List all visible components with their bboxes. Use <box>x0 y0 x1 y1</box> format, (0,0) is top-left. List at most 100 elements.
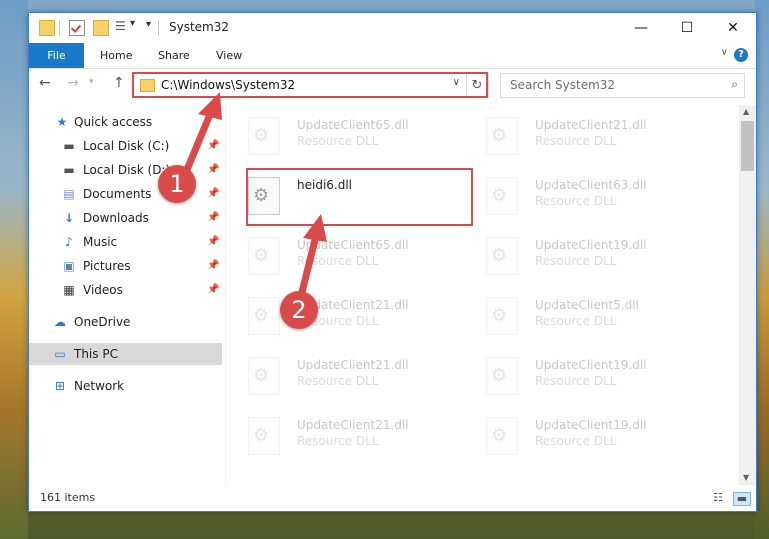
dll-file-icon: ⚙ <box>486 237 518 275</box>
music-icon: ♪ <box>65 235 73 249</box>
back-button[interactable]: ← <box>39 75 51 91</box>
computer-icon: ▭ <box>54 347 66 361</box>
divider <box>59 20 60 36</box>
file-item[interactable]: ⚙ UpdateClient21.dll Resource DLL <box>226 405 456 461</box>
dll-file-icon: ⚙ <box>248 237 280 275</box>
pictures-icon: ▣ <box>63 259 75 273</box>
sidebar-item-pictures[interactable]: ▣ Pictures 📌 <box>29 255 222 277</box>
file-item[interactable]: ⚙ UpdateClient65.dll Resource DLL <box>226 225 456 281</box>
file-type: Resource DLL <box>535 134 617 148</box>
minimize-button[interactable]: — <box>618 13 664 43</box>
search-placeholder: Search System32 <box>510 78 616 92</box>
file-name: UpdateClient65.dll <box>297 118 409 132</box>
file-type: Resource DLL <box>297 374 379 388</box>
up-button[interactable]: ↑ <box>113 75 125 91</box>
sidebar-item-label: OneDrive <box>74 315 131 329</box>
help-icon[interactable]: ? <box>734 48 748 62</box>
sidebar-item-label: This PC <box>74 347 118 361</box>
tab-view[interactable]: View <box>216 43 242 68</box>
sidebar-item-label: Local Disk (C:) <box>83 139 170 153</box>
file-type: Resource DLL <box>535 374 617 388</box>
file-item[interactable]: ⚙ UpdateClient19.dll Resource DLL <box>464 225 694 281</box>
tab-home[interactable]: Home <box>100 43 132 68</box>
tab-share[interactable]: Share <box>158 43 190 68</box>
sidebar-item-label: Videos <box>83 283 123 297</box>
sidebar-item-downloads[interactable]: ↓ Downloads 📌 <box>29 207 222 229</box>
close-button[interactable]: ✕ <box>710 13 756 43</box>
pin-icon[interactable]: 📌 <box>207 255 219 277</box>
sidebar-item-network[interactable]: ⊞ Network <box>29 375 222 397</box>
cloud-icon: ☁ <box>54 315 66 329</box>
drive-icon: ▬ <box>63 163 75 177</box>
large-icons-view-icon[interactable]: ▬ <box>733 492 751 506</box>
expand-ribbon-icon[interactable]: ∨ <box>721 47 728 58</box>
scroll-down-icon[interactable]: ▼ <box>743 473 749 482</box>
divider <box>158 20 159 36</box>
dll-file-icon: ⚙ <box>248 297 280 335</box>
file-item[interactable]: ⚙ UpdateClient21.dll Resource DLL <box>226 345 456 401</box>
network-icon: ⊞ <box>54 379 66 393</box>
title-bar: ☰ ▾ ▾ System32 — ☐ ✕ <box>29 13 756 43</box>
desktop-background-left <box>0 0 28 539</box>
drive-icon: ▬ <box>63 139 75 153</box>
file-type: Resource DLL <box>297 254 379 268</box>
scroll-thumb[interactable] <box>741 121 754 171</box>
sidebar-item-quick-access[interactable]: ★ Quick access <box>29 111 222 133</box>
search-icon[interactable]: ⌕ <box>731 77 738 92</box>
view-options-icon[interactable]: ☰ <box>115 19 129 33</box>
sidebar-item-local-disk-c[interactable]: ▬ Local Disk (C:) 📌 <box>29 135 222 157</box>
status-bar: 161 items ☷ ▬ <box>29 487 756 511</box>
sidebar-item-this-pc[interactable]: ▭ This PC <box>29 343 222 365</box>
file-type: Resource DLL <box>297 134 379 148</box>
address-highlight-box <box>132 72 488 98</box>
file-item[interactable]: ⚙ UpdateClient21.dll Resource DLL <box>464 105 694 161</box>
file-item[interactable]: ⚙ UpdateClient19.dll Resource DLL <box>464 405 694 461</box>
pin-icon[interactable]: 📌 <box>207 159 219 181</box>
step-1-badge: 1 <box>158 165 196 203</box>
pin-icon[interactable]: 📌 <box>207 231 219 253</box>
search-input[interactable]: Search System32 ⌕ <box>500 73 745 98</box>
dll-file-icon: ⚙ <box>248 417 280 455</box>
file-item[interactable]: ⚙ UpdateClient5.dll Resource DLL <box>464 285 694 341</box>
file-type: Resource DLL <box>535 314 617 328</box>
pin-icon[interactable]: 📌 <box>207 207 219 229</box>
customize-toolbar-icon[interactable]: ▾ <box>146 19 151 30</box>
file-item[interactable]: ⚙ UpdateClient21.dll Resource DLL <box>226 285 456 341</box>
dll-file-icon: ⚙ <box>486 117 518 155</box>
file-name: UpdateClient19.dll <box>535 358 647 372</box>
chevron-down-icon[interactable]: ▾ <box>130 18 135 29</box>
pin-icon[interactable]: 📌 <box>207 183 219 205</box>
videos-icon: ▦ <box>63 283 75 297</box>
details-view-icon[interactable]: ☷ <box>710 492 726 504</box>
download-icon: ↓ <box>63 211 75 225</box>
vertical-scrollbar[interactable]: ▲ ▼ <box>739 105 756 485</box>
scroll-up-icon[interactable]: ▲ <box>743 107 749 116</box>
file-name: UpdateClient19.dll <box>535 418 647 432</box>
file-type: Resource DLL <box>535 194 617 208</box>
file-type: Resource DLL <box>535 254 617 268</box>
sidebar-item-onedrive[interactable]: ☁ OneDrive <box>29 311 222 333</box>
file-item[interactable]: ⚙ UpdateClient63.dll Resource DLL <box>464 165 694 221</box>
dll-file-icon: ⚙ <box>486 177 518 215</box>
file-name: UpdateClient21.dll <box>297 358 409 372</box>
pin-icon[interactable]: 📌 <box>207 279 219 301</box>
file-item[interactable]: ⚙ UpdateClient65.dll Resource DLL <box>226 105 456 161</box>
maximize-button[interactable]: ☐ <box>664 13 710 43</box>
recent-locations-icon[interactable]: ▾ <box>89 77 94 87</box>
file-name: UpdateClient5.dll <box>535 298 639 312</box>
file-item[interactable]: ⚙ UpdateClient19.dll Resource DLL <box>464 345 694 401</box>
tab-file[interactable]: File <box>29 43 84 68</box>
star-icon: ★ <box>56 115 68 129</box>
navigation-pane: ★ Quick access ▬ Local Disk (C:) 📌 ▬ Loc… <box>29 105 225 485</box>
sidebar-item-videos[interactable]: ▦ Videos 📌 <box>29 279 222 301</box>
properties-icon[interactable] <box>69 20 85 36</box>
new-folder-icon[interactable] <box>93 20 109 36</box>
pin-icon[interactable]: 📌 <box>207 135 219 157</box>
file-name: UpdateClient21.dll <box>297 418 409 432</box>
forward-button[interactable]: → <box>67 75 79 91</box>
ribbon-tabs: File Home Share View ∨ ? <box>29 43 756 69</box>
file-name: UpdateClient63.dll <box>535 178 647 192</box>
sidebar-item-label: Music <box>83 235 118 249</box>
sidebar-item-label: Quick access <box>74 115 153 129</box>
sidebar-item-music[interactable]: ♪ Music 📌 <box>29 231 222 253</box>
